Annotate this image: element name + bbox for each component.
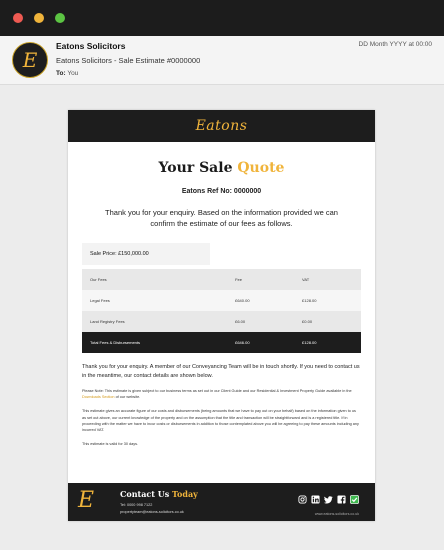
linkedin-icon[interactable]: [311, 495, 320, 504]
window-titlebar: [0, 0, 444, 36]
close-window-button[interactable]: [13, 13, 23, 23]
to-value: You: [67, 70, 79, 77]
avatar-letter: E: [22, 48, 38, 72]
contact-heading: Contact Us Today: [120, 489, 198, 499]
email-body: Eatons Your Sale Quote Eatons Ref No: 00…: [68, 110, 375, 521]
facebook-icon[interactable]: [337, 495, 346, 504]
email-recipient: To: You: [56, 70, 78, 77]
cell-label: Legal Fees: [82, 290, 228, 311]
checkbox-icon[interactable]: [350, 495, 359, 504]
header-our-fees: Our Fees: [82, 269, 228, 290]
cell-vat: £0.00: [294, 311, 361, 332]
sender-avatar: E: [12, 42, 48, 78]
quote-title: Your Sale Quote: [68, 160, 375, 176]
table-row: Legal Fees £640.00 £128.00: [82, 290, 361, 311]
title-part2: Quote: [237, 160, 285, 176]
cell-label: Land Registry Fees: [82, 311, 228, 332]
please-note-text: Please Note: This estimate is given subj…: [82, 388, 361, 400]
footer-telephone: Tel: 0000 998 7122: [120, 503, 153, 507]
follow-up-text: Thank you for your enquiry. A member of …: [82, 364, 360, 379]
total-vat: £128.00: [294, 332, 361, 353]
header-vat: VAT: [294, 269, 361, 290]
brand-logo: Eatons: [195, 118, 248, 134]
contact-part2: Today: [172, 489, 198, 499]
table-total-row: Total Fees & Disbursements £646.00 £128.…: [82, 332, 361, 353]
header-fee: Fee: [227, 269, 295, 290]
sender-name: Eatons Solicitors: [56, 41, 126, 51]
cell-fee: £6.00: [227, 311, 295, 332]
title-part1: Your Sale: [158, 160, 238, 176]
footer-logo: E: [78, 488, 95, 513]
email-footer: E Contact Us Today Tel: 0000 998 7122 pr…: [68, 483, 375, 521]
thanks-text: Thank you for your enquiry. Based on the…: [105, 208, 338, 228]
email-top-banner: Eatons: [68, 110, 375, 142]
social-links: [298, 495, 359, 504]
minimize-window-button[interactable]: [34, 13, 44, 23]
downloads-section-link[interactable]: Downloads Section: [82, 395, 115, 399]
email-subject: Eatons Solicitors - Sale Estimate #00000…: [56, 56, 201, 65]
reference-number: Eatons Ref No: 0000000: [181, 188, 262, 195]
footer-email-link[interactable]: propertyteam@eatons-solicitors.co.uk: [120, 510, 184, 514]
estimate-explanation: This estimate gives an accurate figure o…: [82, 409, 359, 433]
email-header: E Eatons Solicitors DD Month YYYY at 00:…: [0, 36, 444, 85]
table-row: Land Registry Fees £6.00 £0.00: [82, 311, 361, 332]
instagram-icon[interactable]: [298, 495, 307, 504]
cell-vat: £128.00: [294, 290, 361, 311]
footer-website-link[interactable]: www.eatons-solicitors.co.uk: [315, 512, 359, 516]
note-post: of our website.: [114, 395, 141, 400]
to-label: To:: [56, 70, 66, 77]
table-header-row: Our Fees Fee VAT: [82, 269, 361, 290]
cell-fee: £640.00: [227, 290, 295, 311]
validity-text: This estimate is valid for 30 days.: [82, 442, 139, 447]
sale-price: Sale Price: £150,000.00: [82, 243, 210, 265]
twitter-icon[interactable]: [324, 495, 333, 504]
email-date: DD Month YYYY at 00:00: [358, 41, 432, 48]
maximize-window-button[interactable]: [55, 13, 65, 23]
fees-table: Our Fees Fee VAT Legal Fees £640.00 £128…: [82, 269, 361, 353]
contact-part1: Contact Us: [120, 489, 173, 499]
note-pre: Please Note: This estimate is given subj…: [82, 389, 352, 393]
total-label: Total Fees & Disbursements: [82, 332, 228, 353]
total-fee: £646.00: [227, 332, 295, 353]
